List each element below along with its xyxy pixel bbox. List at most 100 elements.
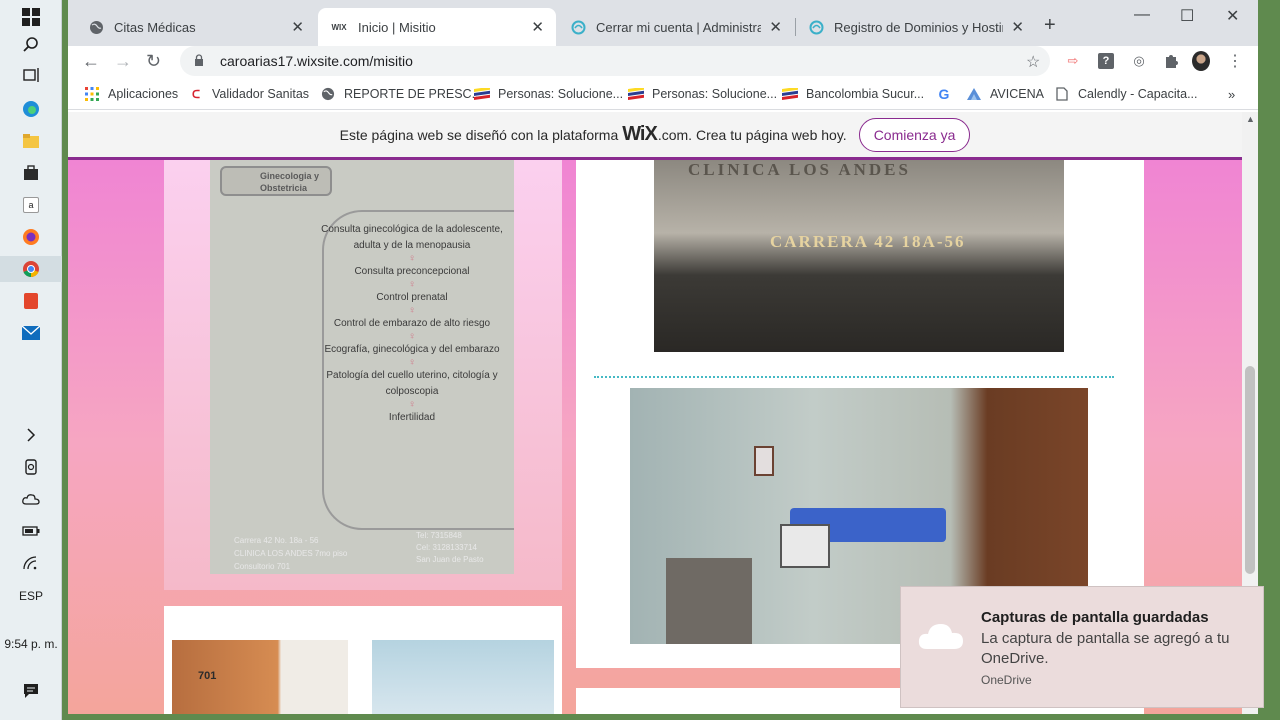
bookmark-label: Personas: Solucione... [652, 87, 778, 101]
reload-icon[interactable]: ↻ [146, 51, 161, 72]
contact-line: Tel: 7315848 [416, 531, 462, 540]
tab-strip: Citas Médicas ✕ WIX Inicio | Misitio ✕ C… [68, 0, 1258, 46]
maximize-icon[interactable]: ☐ [1180, 6, 1194, 26]
bookmark-personas-1[interactable]: Personas: Solucione... [474, 84, 623, 104]
wix-banner-text-end: .com. Crea tu página web hoy. [657, 126, 847, 143]
address-plate-text: CARRERA 42 18A-56 [770, 232, 966, 251]
tab-citas-medicas[interactable]: Citas Médicas ✕ [76, 8, 316, 46]
extension-circle-icon[interactable]: ◎ [1130, 52, 1148, 70]
bookmark-label: AVICENA [990, 87, 1044, 101]
comienza-ya-button[interactable]: Comienza ya [858, 117, 971, 152]
chrome-icon[interactable] [0, 256, 62, 282]
cloud-icon [917, 619, 965, 659]
task-view-icon[interactable] [16, 62, 46, 88]
gallery-section: 701 [164, 606, 562, 714]
back-arrow-icon[interactable]: ← [82, 51, 100, 72]
extension-arrow-icon[interactable]: ⇨ [1064, 52, 1082, 70]
input-language[interactable]: ESP [0, 589, 62, 603]
bookmark-label: Personas: Solucione... [498, 87, 624, 101]
clinic-building-photo[interactable]: CLINICA LOS ANDES CARRERA 42 18A-56 [654, 160, 1064, 352]
profile-avatar-icon[interactable] [1192, 51, 1210, 71]
wix-logo: WiX [622, 123, 658, 145]
wifi-icon[interactable] [16, 550, 46, 576]
office-door-photo[interactable]: 701 [172, 640, 348, 714]
scrollbar-thumb[interactable] [1245, 366, 1255, 574]
gynecology-flyer-image[interactable]: Ginecologia y Obstetricia Consulta ginec… [210, 160, 514, 574]
bookmark-avicena[interactable]: AVICENA [966, 84, 1044, 104]
new-tab-plus-icon[interactable]: + [1044, 14, 1056, 37]
bookmark-label: Calendly - Capacita... [1078, 87, 1198, 101]
wix-promo-banner: Este página web se diseñó con la platafo… [68, 112, 1242, 160]
clinic-sign-text: CLINICA LOS ANDES [688, 160, 911, 179]
mail-icon[interactable] [16, 320, 46, 346]
close-window-icon[interactable]: ✕ [1226, 6, 1239, 26]
wix-banner-text: Este página web se diseñó con la platafo… [339, 126, 619, 143]
scroll-up-icon[interactable]: ▲ [1246, 114, 1255, 124]
edge-browser-icon[interactable] [16, 96, 46, 122]
avicena-icon [966, 87, 982, 101]
service-item: Control de embarazo de alto riesgo [333, 318, 491, 329]
bookmarks-overflow-icon[interactable]: » [1228, 84, 1235, 104]
bookmark-label: REPORTE DE PRESC... [344, 87, 482, 101]
service-item: Control prenatal [376, 292, 448, 303]
store-icon[interactable] [16, 160, 46, 186]
wix-favicon-icon: WIX [331, 22, 347, 32]
female-symbol-icon: ♀ [408, 399, 416, 410]
service-item: Infertilidad [388, 412, 436, 423]
service-item: Consulta ginecológica de la adolescente,… [321, 224, 503, 251]
bookmark-label: Aplicaciones [108, 87, 179, 101]
contact-line: Cel: 3128133714 [416, 543, 477, 552]
chevron-right-icon[interactable] [16, 422, 46, 448]
bookmark-reporte-presc[interactable]: REPORTE DE PRESC... [320, 84, 482, 104]
bookmark-bancolombia[interactable]: Bancolombia Sucur... [782, 84, 924, 104]
extension-help-icon[interactable]: ? [1097, 52, 1115, 70]
amazon-icon[interactable]: a [16, 192, 46, 218]
service-item: Ecografía, ginecológica y del embarazo [324, 344, 500, 355]
meet-now-icon[interactable] [16, 454, 46, 480]
address-bar[interactable]: caroarias17.wixsite.com/misitio [180, 46, 1050, 76]
firefox-icon[interactable] [16, 224, 46, 250]
notification-body: La captura de pantalla se agregó a tu On… [981, 630, 1230, 667]
address-line: Consultorio 701 [234, 562, 291, 571]
minimize-icon[interactable]: — [1134, 6, 1150, 24]
bookmark-personas-2[interactable]: Personas: Solucione... [628, 84, 777, 104]
tab-cerrar-cuenta[interactable]: Cerrar mi cuenta | Administración ✕ [558, 8, 794, 46]
bookmarks-bar: Aplicaciones ᑕ Validador Sanitas REPORTE… [68, 78, 1258, 110]
url-text: caroarias17.wixsite.com/misitio [220, 53, 413, 69]
windows-start-icon[interactable] [16, 4, 46, 30]
search-icon[interactable] [16, 32, 46, 58]
action-center-icon[interactable] [16, 678, 46, 704]
tab-registro-dominios[interactable]: Registro de Dominios y Hosting e ✕ [796, 8, 1036, 46]
service-item: Patología del cuello uterino, citología … [326, 370, 498, 397]
system-clock[interactable]: 9:54 p. m. [0, 637, 62, 651]
forward-arrow-icon[interactable]: → [114, 51, 132, 72]
female-symbol-icon: ♀ [408, 253, 416, 264]
onedrive-notification[interactable]: Capturas de pantalla guardadas La captur… [900, 586, 1264, 708]
bookmark-calendly[interactable]: Calendly - Capacita... [1054, 84, 1198, 104]
apps-grid-icon [84, 87, 100, 101]
bookmark-star-icon[interactable]: ☆ [1026, 52, 1040, 72]
address-line: Carrera 42 No. 18a - 56 [234, 536, 319, 545]
battery-icon[interactable] [16, 518, 46, 544]
flyer-header: Ginecologia y Obstetricia [220, 166, 332, 196]
bookmark-google[interactable]: G [936, 84, 960, 104]
close-icon[interactable]: ✕ [531, 18, 544, 36]
tab-inicio-misitio[interactable]: WIX Inicio | Misitio ✕ [318, 8, 556, 46]
file-explorer-icon[interactable] [16, 128, 46, 154]
bookmark-validador-sanitas[interactable]: ᑕ Validador Sanitas [188, 84, 309, 104]
extensions-puzzle-icon[interactable] [1162, 52, 1180, 70]
notification-title: Capturas de pantalla guardadas [981, 609, 1209, 626]
onedrive-icon[interactable] [16, 486, 46, 512]
ultrasound-machine [780, 524, 830, 568]
office-icon[interactable] [16, 288, 46, 314]
menu-kebab-icon[interactable]: ⋮ [1226, 52, 1244, 70]
bookmark-apps[interactable]: Aplicaciones [84, 84, 178, 104]
close-icon[interactable]: ✕ [1011, 18, 1024, 36]
close-icon[interactable]: ✕ [769, 18, 782, 36]
close-icon[interactable]: ✕ [291, 18, 304, 36]
tab-title: Registro de Dominios y Hosting e [834, 19, 1003, 35]
lock-icon[interactable] [194, 53, 204, 69]
surgeons-photo[interactable] [372, 640, 554, 714]
female-symbol-icon: ♀ [408, 357, 416, 368]
bookmark-label: Validador Sanitas [212, 87, 310, 101]
